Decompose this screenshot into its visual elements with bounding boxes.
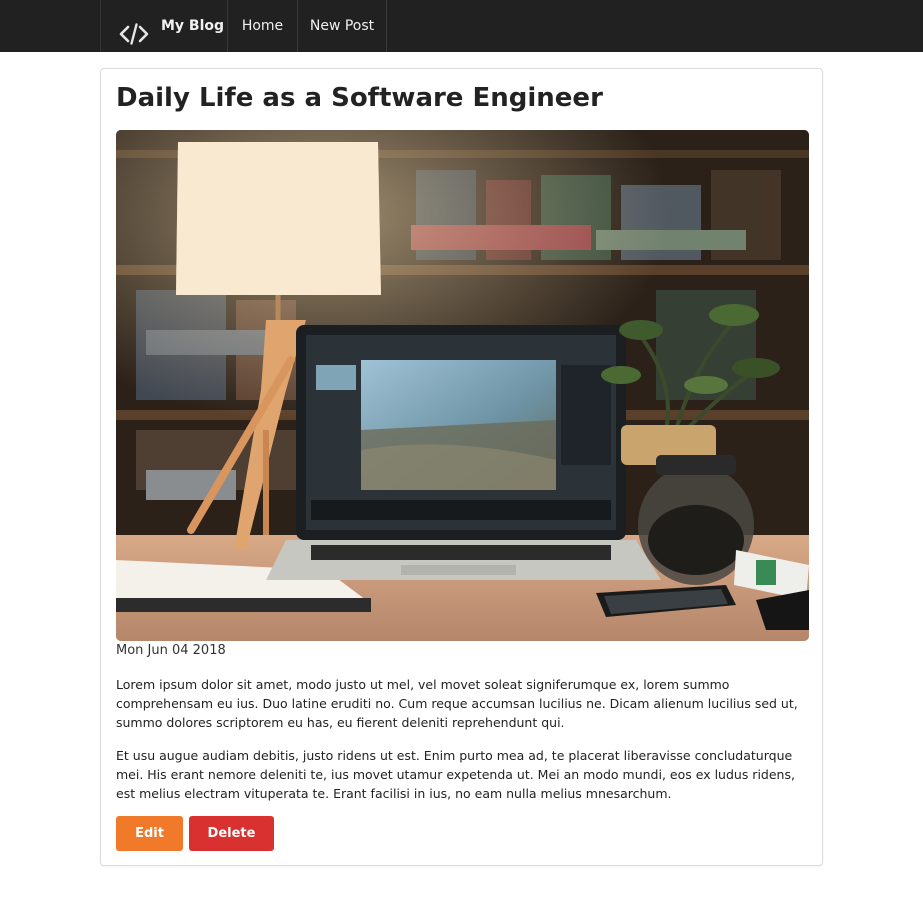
code-icon (119, 15, 149, 45)
post-title: Daily Life as a Software Engineer (116, 83, 603, 113)
brand-label: My Blog (161, 18, 225, 34)
delete-button[interactable]: Delete (189, 816, 274, 851)
brand-link[interactable]: My Blog (100, 0, 227, 52)
post-date: Mon Jun 04 2018 (116, 643, 226, 658)
top-navbar: My Blog Home New Post (0, 0, 923, 52)
post-image (116, 130, 809, 641)
edit-button[interactable]: Edit (116, 816, 183, 851)
post-paragraph: Lorem ipsum dolor sit amet, modo justo u… (116, 677, 798, 730)
post-card: Daily Life as a Software Engineer Mon Ju… (100, 68, 823, 866)
post-paragraph: Et usu augue audiam debitis, justo riden… (116, 748, 795, 801)
nav-home-link[interactable]: Home (227, 0, 297, 52)
nav-new-post-link[interactable]: New Post (297, 0, 387, 52)
